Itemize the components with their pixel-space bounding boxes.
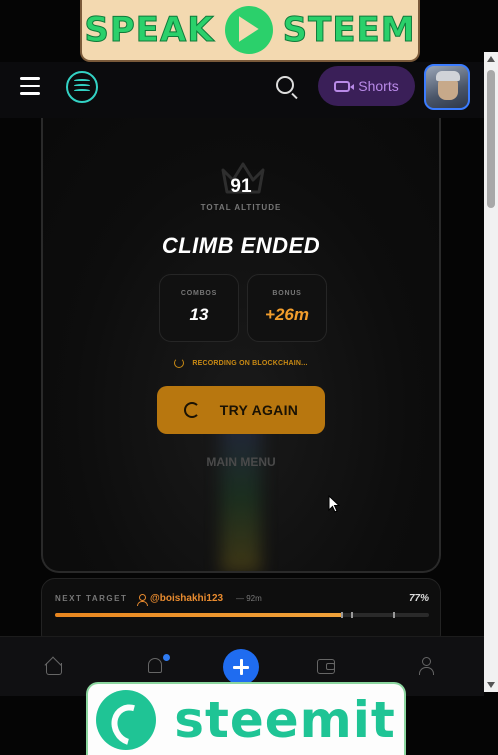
menu-icon[interactable] — [20, 77, 40, 95]
combos-label: COMBOS — [180, 290, 218, 297]
next-target-distance: — 92m — [236, 594, 262, 603]
shorts-button[interactable]: Shorts — [318, 66, 415, 106]
scroll-up-arrow-icon[interactable] — [487, 56, 495, 62]
next-target-user[interactable]: @boishakhi123 — [150, 593, 223, 604]
refresh-icon — [183, 402, 200, 418]
total-altitude-label: TOTAL ALTITUDE — [200, 203, 282, 212]
home-icon[interactable] — [45, 657, 63, 675]
recording-text: RECORDING ON BLOCKCHAIN... — [192, 359, 308, 367]
speak-steem-banner[interactable]: SPEAK STEEM — [80, 0, 420, 62]
mouse-cursor-icon — [328, 495, 340, 513]
steemit-word: steemit — [174, 690, 396, 749]
page-scrollbar[interactable] — [484, 52, 498, 692]
app-frame: SPEAK STEEM Shorts 91 TOTAL ALTITUDE CLI… — [0, 0, 498, 755]
user-avatar[interactable] — [424, 64, 470, 110]
next-target-label: NEXT TARGET — [55, 594, 128, 603]
banner-right-word: STEEM — [282, 10, 416, 51]
try-again-label: TRY AGAIN — [219, 402, 299, 418]
try-again-button[interactable]: TRY AGAIN — [157, 386, 325, 434]
user-icon — [137, 594, 148, 606]
loading-spinner-icon — [174, 358, 185, 368]
game-over-card: 91 TOTAL ALTITUDE CLIMB ENDED COMBOS 13 … — [41, 118, 441, 573]
combos-stat: COMBOS 13 — [159, 274, 239, 342]
banner-left-word: SPEAK — [84, 10, 215, 51]
profile-icon[interactable] — [418, 657, 436, 675]
combos-value: 13 — [189, 305, 209, 324]
speak-steem-logo-icon — [224, 6, 273, 54]
video-camera-icon — [334, 80, 355, 92]
steemit-banner[interactable]: steemit — [86, 682, 406, 755]
top-header: Shorts — [0, 62, 484, 118]
notifications-bell-icon[interactable] — [146, 654, 170, 675]
app-logo-icon[interactable] — [66, 71, 98, 103]
bonus-stat: BONUS +26m — [247, 274, 327, 342]
next-target-row: NEXT TARGET @boishakhi123 — 92m 77% — [55, 593, 429, 607]
next-target-progress-bar — [55, 612, 429, 618]
next-target-progress-fill — [55, 613, 343, 617]
steemit-logo-icon — [96, 689, 157, 750]
recording-status: RECORDING ON BLOCKCHAIN... — [43, 358, 439, 368]
bonus-label: BONUS — [272, 290, 302, 297]
progress-tick — [341, 612, 343, 618]
shorts-label: Shorts — [358, 78, 399, 94]
create-post-button[interactable] — [223, 649, 259, 685]
search-icon[interactable] — [276, 76, 294, 94]
bonus-value: +26m — [265, 305, 309, 324]
scrollbar-thumb[interactable] — [487, 70, 495, 208]
total-altitude-value: 91 — [230, 176, 252, 197]
light-beam-decoration — [221, 418, 261, 571]
notification-dot — [163, 654, 170, 661]
scroll-down-arrow-icon[interactable] — [487, 682, 495, 688]
progress-tick — [351, 612, 353, 618]
climb-ended-title: CLIMB ENDED — [161, 233, 321, 258]
wallet-icon[interactable] — [317, 657, 335, 675]
progress-tick — [393, 612, 395, 618]
main-menu-button[interactable]: MAIN MENU — [43, 455, 439, 469]
next-target-percent: 77% — [408, 593, 429, 604]
